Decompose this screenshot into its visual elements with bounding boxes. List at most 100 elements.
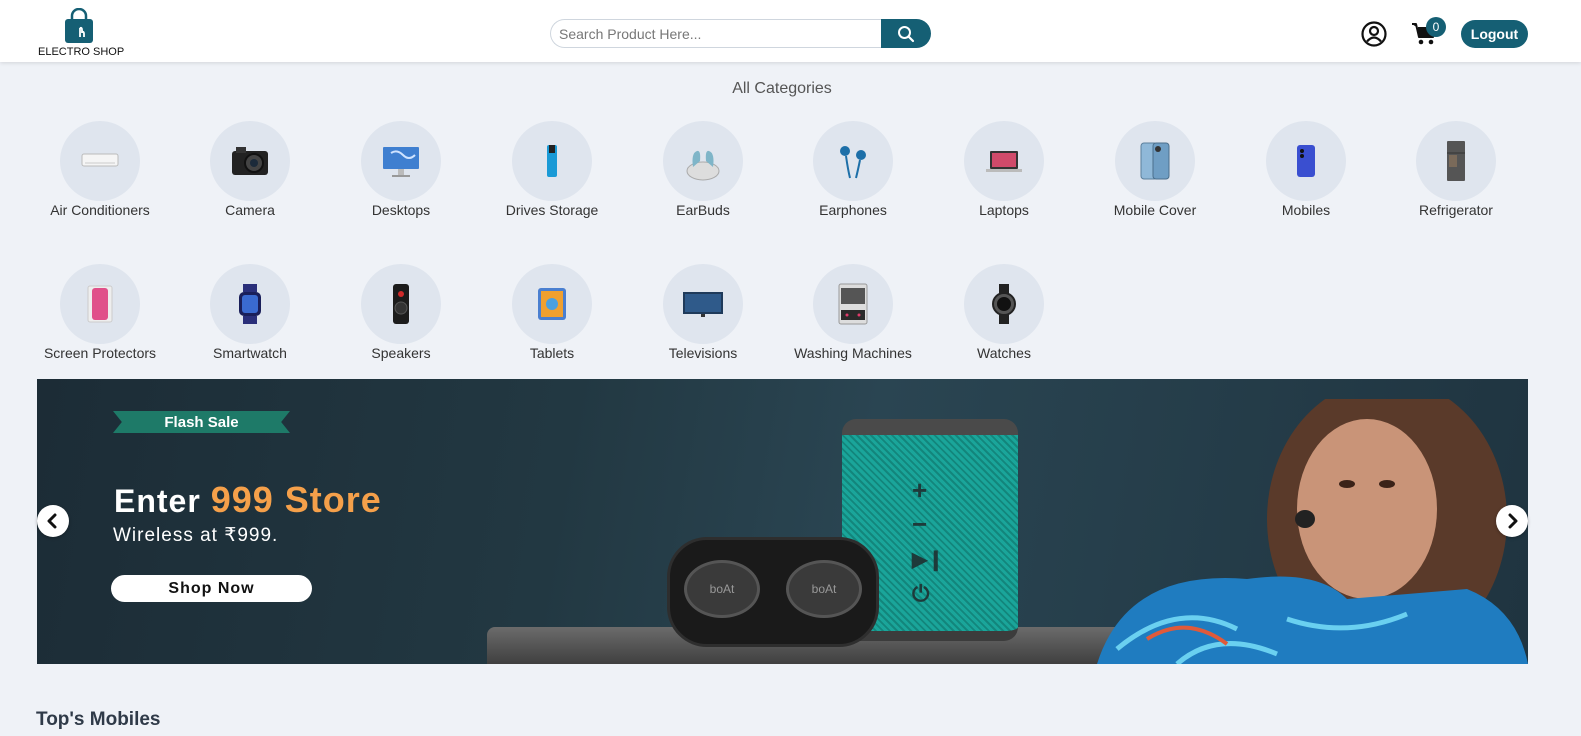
user-account-icon[interactable] [1361, 21, 1387, 47]
category-image[interactable] [210, 264, 290, 344]
category-image[interactable] [60, 264, 140, 344]
category-item[interactable]: Mobile Cover [1085, 121, 1225, 231]
flash-sale-badge: Flash Sale [113, 411, 290, 433]
play-pause-icon: ▶❙ [912, 549, 945, 571]
category-item[interactable]: Refrigerator [1386, 121, 1526, 231]
category-item[interactable]: Televisions [633, 264, 773, 374]
category-item[interactable]: Mobiles [1236, 121, 1376, 231]
chevron-left-icon [47, 513, 57, 529]
power-icon: ⏻ [912, 581, 930, 606]
category-label[interactable]: Mobiles [1226, 202, 1386, 218]
category-item[interactable]: Desktops [331, 121, 471, 231]
category-item[interactable]: Air Conditioners [30, 121, 170, 231]
top-navbar: ELECTRO SHOP 0 Logout [0, 0, 1581, 62]
headline-highlight: 999 Store [210, 479, 382, 520]
category-label[interactable]: Tablets [472, 345, 632, 361]
watch-icon [992, 284, 1016, 324]
shopping-bag-icon [65, 8, 93, 43]
category-image[interactable] [1416, 121, 1496, 201]
category-label[interactable]: Laptops [924, 202, 1084, 218]
category-label[interactable]: Camera [170, 202, 330, 218]
chevron-right-icon [1508, 513, 1518, 529]
search-icon [898, 25, 915, 42]
category-image[interactable] [512, 121, 592, 201]
category-image[interactable] [361, 121, 441, 201]
logo-text: ELECTRO SHOP [38, 46, 125, 58]
screen-protector-icon [87, 285, 113, 323]
smartwatch-icon [239, 284, 261, 324]
category-item[interactable]: Speakers [331, 264, 471, 374]
washing-machine-icon [838, 283, 868, 325]
category-item[interactable]: Smartwatch [180, 264, 320, 374]
category-image[interactable] [964, 121, 1044, 201]
category-image[interactable] [813, 121, 893, 201]
category-label[interactable]: Televisions [623, 345, 783, 361]
category-image[interactable] [210, 121, 290, 201]
carousel-prev-button[interactable] [37, 505, 69, 537]
air-conditioner-icon [81, 153, 119, 167]
category-label[interactable]: Desktops [321, 202, 481, 218]
shop-now-button[interactable]: Shop Now [111, 575, 312, 602]
category-label[interactable]: Refrigerator [1376, 202, 1536, 218]
category-label[interactable]: Mobile Cover [1075, 202, 1235, 218]
category-item[interactable]: EarBuds [633, 121, 773, 231]
speaker-icon [393, 284, 409, 324]
banner-subline: Wireless at ₹999. [113, 525, 279, 546]
refrigerator-icon [1447, 141, 1465, 181]
category-label[interactable]: Washing Machines [773, 345, 933, 361]
drive-storage-icon [547, 145, 557, 177]
banner-headline: Enter 999 Store [114, 479, 382, 521]
category-item[interactable]: Watches [934, 264, 1074, 374]
mobile-icon [1297, 145, 1315, 177]
left-earbud: boAt [684, 560, 760, 618]
camera-icon [232, 147, 268, 175]
category-label[interactable]: Watches [924, 345, 1084, 361]
category-image[interactable] [361, 264, 441, 344]
right-earbud: boAt [786, 560, 862, 618]
television-icon [683, 292, 723, 317]
category-label[interactable]: Speakers [321, 345, 481, 361]
category-image[interactable] [663, 121, 743, 201]
category-image[interactable] [1266, 121, 1346, 201]
promo-banner[interactable]: Flash Sale Enter 999 Store Wireless at ₹… [37, 379, 1528, 664]
category-label[interactable]: Smartwatch [170, 345, 330, 361]
minus-icon: − [912, 509, 928, 539]
category-label[interactable]: Drives Storage [472, 202, 632, 218]
category-label[interactable]: EarBuds [623, 202, 783, 218]
cart-count-badge: 0 [1426, 17, 1446, 37]
earphones-icon [840, 146, 866, 179]
laptop-icon [986, 151, 1022, 172]
category-item[interactable]: Tablets [482, 264, 622, 374]
mobile-cover-icon [1140, 142, 1170, 180]
categories-title: All Categories [732, 80, 832, 97]
category-item[interactable]: Laptops [934, 121, 1074, 231]
category-image[interactable] [813, 264, 893, 344]
tablet-icon [538, 288, 566, 320]
section-title: Top's Mobiles [36, 709, 161, 730]
brand-logo[interactable]: ELECTRO SHOP [38, 6, 125, 60]
earbuds-case-graphic: boAt boAt [667, 537, 879, 647]
category-image[interactable] [663, 264, 743, 344]
category-label[interactable]: Screen Protectors [20, 345, 180, 361]
category-label[interactable]: Air Conditioners [20, 202, 180, 218]
headline-prefix: Enter [114, 483, 201, 519]
category-item[interactable]: Earphones [783, 121, 923, 231]
search-bar [550, 19, 931, 48]
earbuds-icon [686, 150, 720, 181]
category-item[interactable]: Screen Protectors [30, 264, 170, 374]
model-image [1097, 399, 1528, 664]
category-item[interactable]: Washing Machines [783, 264, 923, 374]
category-image[interactable] [1115, 121, 1195, 201]
category-image[interactable] [60, 121, 140, 201]
carousel-next-button[interactable] [1496, 505, 1528, 537]
logout-button[interactable]: Logout [1461, 20, 1528, 48]
search-button[interactable] [881, 19, 931, 48]
category-label[interactable]: Earphones [773, 202, 933, 218]
desktop-icon [383, 147, 419, 177]
category-item[interactable]: Camera [180, 121, 320, 231]
category-image[interactable] [964, 264, 1044, 344]
search-input[interactable] [550, 19, 882, 48]
plus-icon: + [912, 475, 928, 505]
category-image[interactable] [512, 264, 592, 344]
category-item[interactable]: Drives Storage [482, 121, 622, 231]
